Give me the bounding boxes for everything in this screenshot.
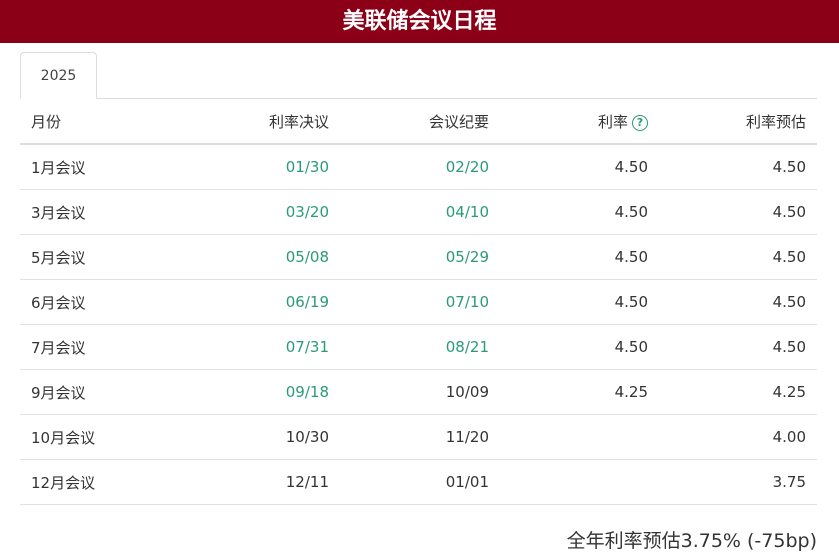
minutes-date-link[interactable]: 07/10 bbox=[340, 279, 500, 325]
decision-date: 10/30 bbox=[176, 414, 340, 460]
decision-date-link[interactable]: 07/31 bbox=[176, 324, 340, 370]
minutes-date-link[interactable]: 04/10 bbox=[340, 189, 500, 235]
forecast-value: 3.75 bbox=[659, 459, 817, 505]
minutes-date: 10/09 bbox=[340, 369, 500, 415]
table-row: 12月会议 12/11 01/01 3.75 bbox=[20, 459, 817, 505]
annual-rate-forecast-summary: 全年利率预估3.75% (-75bp) bbox=[566, 530, 817, 552]
forecast-value: 4.00 bbox=[659, 414, 817, 460]
decision-date-link[interactable]: 06/19 bbox=[176, 279, 340, 325]
meeting-month: 1月会议 bbox=[20, 144, 176, 190]
minutes-date: 11/20 bbox=[340, 414, 500, 460]
decision-date-link[interactable]: 03/20 bbox=[176, 189, 340, 235]
column-header-minutes: 会议纪要 bbox=[340, 99, 500, 145]
minutes-date-link[interactable]: 05/29 bbox=[340, 234, 500, 280]
minutes-date-link[interactable]: 02/20 bbox=[340, 144, 500, 190]
rate-value: 4.50 bbox=[500, 324, 659, 370]
forecast-value: 4.25 bbox=[659, 369, 817, 415]
decision-date-link[interactable]: 09/18 bbox=[176, 369, 340, 415]
column-header-rate-label: 利率 bbox=[597, 112, 628, 131]
forecast-value: 4.50 bbox=[659, 279, 817, 325]
rate-value bbox=[500, 414, 659, 460]
table-row: 3月会议 03/20 04/10 4.50 4.50 bbox=[20, 189, 817, 235]
forecast-value: 4.50 bbox=[659, 189, 817, 235]
column-header-month: 月份 bbox=[20, 99, 176, 145]
rate-value: 4.50 bbox=[500, 234, 659, 280]
table-row: 9月会议 09/18 10/09 4.25 4.25 bbox=[20, 369, 817, 415]
meeting-schedule-table: 月份 利率决议 会议纪要 利率? 利率预估 1月会议 01/30 02/20 4… bbox=[20, 99, 817, 505]
meeting-month: 3月会议 bbox=[20, 189, 176, 235]
column-header-decision: 利率决议 bbox=[176, 99, 340, 145]
rate-value: 4.50 bbox=[500, 144, 659, 190]
forecast-value: 4.50 bbox=[659, 234, 817, 280]
meeting-month: 10月会议 bbox=[20, 414, 176, 460]
meeting-month: 6月会议 bbox=[20, 279, 176, 325]
minutes-date-link[interactable]: 08/21 bbox=[340, 324, 500, 370]
column-header-rate: 利率? bbox=[500, 99, 659, 145]
decision-date-link[interactable]: 01/30 bbox=[176, 144, 340, 190]
table-row: 10月会议 10/30 11/20 4.00 bbox=[20, 414, 817, 460]
minutes-date: 01/01 bbox=[340, 459, 500, 505]
year-tabs: 2025 bbox=[20, 52, 817, 99]
forecast-value: 4.50 bbox=[659, 324, 817, 370]
rate-value: 4.25 bbox=[500, 369, 659, 415]
decision-date: 12/11 bbox=[176, 459, 340, 505]
page-title: 美联储会议日程 bbox=[0, 0, 839, 43]
table-header-row: 月份 利率决议 会议纪要 利率? 利率预估 bbox=[20, 99, 817, 145]
column-header-forecast: 利率预估 bbox=[659, 99, 817, 145]
tab-2025[interactable]: 2025 bbox=[20, 52, 97, 99]
rate-value: 4.50 bbox=[500, 189, 659, 235]
table-row: 1月会议 01/30 02/20 4.50 4.50 bbox=[20, 144, 817, 190]
forecast-value: 4.50 bbox=[659, 144, 817, 190]
decision-date-link[interactable]: 05/08 bbox=[176, 234, 340, 280]
question-icon[interactable]: ? bbox=[632, 114, 648, 131]
rate-value: 4.50 bbox=[500, 279, 659, 325]
rate-value bbox=[500, 459, 659, 505]
meeting-month: 7月会议 bbox=[20, 324, 176, 370]
meeting-month: 5月会议 bbox=[20, 234, 176, 280]
meeting-month: 9月会议 bbox=[20, 369, 176, 415]
table-row: 7月会议 07/31 08/21 4.50 4.50 bbox=[20, 324, 817, 370]
table-row: 6月会议 06/19 07/10 4.50 4.50 bbox=[20, 279, 817, 325]
meeting-month: 12月会议 bbox=[20, 459, 176, 505]
table-row: 5月会议 05/08 05/29 4.50 4.50 bbox=[20, 234, 817, 280]
